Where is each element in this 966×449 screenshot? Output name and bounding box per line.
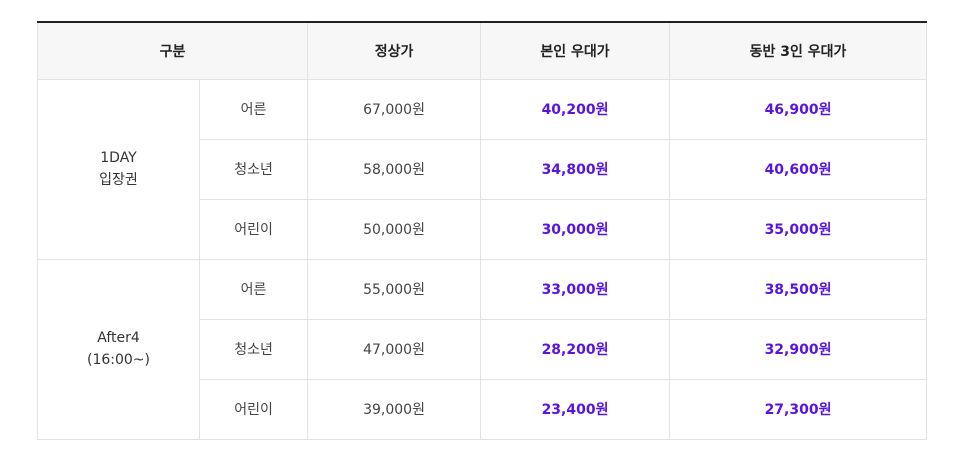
- table-row: After4 (16:00~) 어른 55,000원 33,000원 38,50…: [37, 258, 928, 440]
- price-table: 구분 정상가 본인 우대가 동반 3인 우대가 1DAY 입장권 어른 67,0…: [36, 21, 928, 440]
- regular-price: 58,000원: [307, 138, 482, 200]
- group-label-line2: 입장권: [99, 172, 138, 188]
- ticket-type: 어린이: [198, 198, 309, 260]
- ticket-type: 어른: [198, 258, 309, 320]
- group-label-line1: 1DAY: [100, 150, 137, 166]
- self-discount-price: 30,000원: [480, 198, 671, 260]
- header-category: 구분: [36, 21, 308, 80]
- regular-price: 39,000원: [307, 378, 482, 440]
- self-discount-price: 34,800원: [480, 138, 671, 200]
- companion-discount-price: 27,300원: [669, 378, 928, 440]
- table-header-row: 구분 정상가 본인 우대가 동반 3인 우대가: [36, 21, 928, 80]
- header-regular-price: 정상가: [307, 21, 481, 80]
- companion-discount-price: 35,000원: [669, 198, 928, 260]
- companion-discount-price: 46,900원: [669, 78, 928, 140]
- header-companion-discount: 동반 3인 우대가: [669, 21, 928, 80]
- ticket-type: 어린이: [198, 378, 309, 440]
- companion-discount-price: 38,500원: [669, 258, 928, 320]
- group-label-1day: 1DAY 입장권: [37, 78, 200, 260]
- self-discount-price: 33,000원: [480, 258, 671, 320]
- header-self-discount: 본인 우대가: [480, 21, 670, 80]
- regular-price: 50,000원: [307, 198, 482, 260]
- group-label-line2: (16:00~): [87, 352, 150, 368]
- self-discount-price: 40,200원: [480, 78, 671, 140]
- ticket-type: 청소년: [198, 138, 309, 200]
- group-label-line1: After4: [97, 330, 140, 346]
- regular-price: 55,000원: [307, 258, 482, 320]
- self-discount-price: 23,400원: [480, 378, 671, 440]
- regular-price: 47,000원: [307, 318, 482, 380]
- companion-discount-price: 32,900원: [669, 318, 928, 380]
- regular-price: 67,000원: [307, 78, 482, 140]
- table-row: 1DAY 입장권 어른 67,000원 40,200원 46,900원: [37, 78, 928, 260]
- self-discount-price: 28,200원: [480, 318, 671, 380]
- companion-discount-price: 40,600원: [669, 138, 928, 200]
- ticket-type: 어른: [198, 78, 309, 140]
- ticket-type: 청소년: [198, 318, 309, 380]
- group-label-after4: After4 (16:00~): [37, 258, 200, 440]
